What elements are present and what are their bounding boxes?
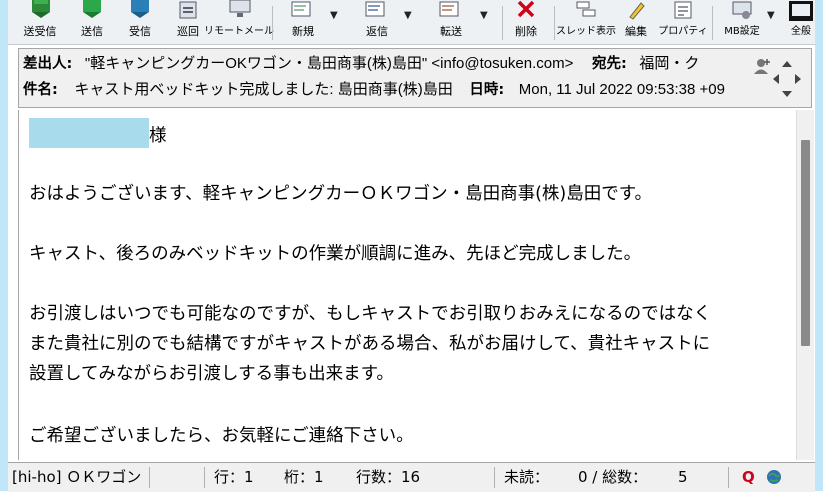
body-line: おはようございます、軽キャンピングカーＯＫワゴン・島田商事(株)島田です。 — [29, 184, 653, 204]
edit-button[interactable]: 編集 — [616, 0, 656, 44]
mb-settings-button[interactable]: MB設定 — [716, 0, 768, 44]
navigation-arrows-icon[interactable] — [769, 57, 805, 101]
scrollbar-thumb[interactable] — [801, 140, 810, 346]
date-value: Mon, 11 Jul 2022 09:53:38 +09 — [518, 81, 725, 98]
forward-button[interactable]: 転送 — [426, 0, 476, 44]
thread-icon — [576, 1, 596, 17]
date-label: 日時: — [469, 82, 505, 98]
subject-value: キャスト用ベッドキット完成しました: 島田商事(株)島田 — [74, 81, 453, 98]
body-line: ご希望ございましたら、お気軽にご連絡下さい。 — [29, 426, 414, 446]
status-separator — [149, 467, 150, 488]
status-total-value: 5 — [678, 468, 688, 486]
status-separator — [494, 467, 495, 488]
body-line: また貴社に別のでも結構ですがキャストがある場合、私がお届けして、貴社キャストに — [29, 334, 711, 354]
reply-dropdown-icon[interactable]: ▼ — [404, 10, 412, 21]
to-value[interactable]: 福岡・ク — [639, 55, 699, 72]
general-settings-icon — [789, 1, 813, 21]
new-dropdown-icon[interactable]: ▼ — [330, 10, 338, 21]
thread-view-button[interactable]: スレッド表示 — [556, 0, 616, 44]
toolbar: 送受信 送信 受信 巡回 リモートメール 新規 ▼ 返信 ▼ 転送 ▼ 削除 ス… — [8, 0, 815, 45]
vertical-scrollbar[interactable] — [796, 110, 814, 460]
receive-icon — [131, 0, 149, 18]
remote-mail-button[interactable]: リモートメール — [204, 0, 274, 44]
q-indicator[interactable]: Q — [742, 463, 755, 492]
message-body[interactable]: 様 おはようございます、軽キャンピングカーＯＫワゴン・島田商事(株)島田です。 … — [18, 110, 797, 460]
general-settings-button[interactable]: 全般 — [784, 0, 818, 44]
toolbar-separator — [272, 6, 273, 40]
receive-button[interactable]: 受信 — [120, 0, 160, 44]
forward-icon — [439, 1, 459, 17]
new-mail-button[interactable]: 新規 — [278, 0, 328, 44]
mb-settings-icon — [732, 1, 752, 19]
body-line: お引渡しはいつでも可能なのですが、もしキャストでお引取りおみえになるのではなく — [29, 304, 712, 324]
properties-icon — [674, 1, 692, 19]
salutation-suffix: 様 — [149, 126, 167, 146]
toolbar-separator — [502, 6, 503, 40]
delete-button[interactable]: 削除 — [506, 0, 546, 44]
status-bar: [hi-ho] ＯＫワゴン 行：1 桁：1 行数：16 未読： 0 / 総数： … — [8, 462, 815, 492]
status-unread-value: 0 / 総数： — [578, 468, 648, 486]
subject-label: 件名: — [23, 82, 58, 98]
reply-icon — [365, 1, 385, 17]
status-line: 行：1 — [214, 468, 254, 486]
reply-button[interactable]: 返信 — [352, 0, 402, 44]
send-icon — [83, 0, 101, 18]
properties-button[interactable]: プロパティ — [658, 0, 708, 44]
send-button[interactable]: 送信 — [72, 0, 112, 44]
status-column: 桁：1 — [284, 468, 324, 486]
body-line: 設置してみながらお引渡しする事も出来ます。 — [29, 364, 394, 384]
new-mail-icon — [291, 1, 311, 17]
monitor-icon — [229, 0, 251, 17]
from-value[interactable]: "軽キャンピングカーOKワゴン・島田商事(株)島田" <info@tosuken… — [85, 55, 573, 72]
forward-dropdown-icon[interactable]: ▼ — [480, 10, 488, 21]
patrol-button[interactable]: 巡回 — [168, 0, 208, 44]
status-separator — [728, 467, 729, 488]
toolbar-separator — [712, 6, 713, 40]
patrol-icon — [179, 1, 197, 19]
window-frame-left — [0, 0, 8, 491]
delete-icon — [517, 0, 535, 18]
from-label: 差出人: — [23, 56, 73, 72]
mb-settings-dropdown-icon[interactable]: ▼ — [767, 10, 775, 21]
to-label: 宛先: — [592, 56, 627, 72]
redacted-recipient-name — [29, 118, 149, 148]
window-frame-right — [815, 0, 823, 491]
pencil-icon — [629, 2, 645, 20]
toolbar-separator — [554, 6, 555, 40]
body-line: キャスト、後ろのみベッドキットの作業が順調に進み、先ほど完成しました。 — [29, 244, 642, 264]
status-account: [hi-ho] ＯＫワゴン — [12, 468, 142, 486]
send-receive-icon — [32, 0, 50, 18]
status-line-count: 行数：16 — [356, 468, 421, 486]
message-header: 差出人: "軽キャンピングカーOKワゴン・島田商事(株)島田" <info@to… — [18, 48, 812, 108]
status-separator — [204, 467, 205, 488]
status-unread-label: 未読： — [504, 468, 550, 486]
globe-icon[interactable] — [766, 469, 782, 485]
send-receive-button[interactable]: 送受信 — [16, 0, 64, 44]
